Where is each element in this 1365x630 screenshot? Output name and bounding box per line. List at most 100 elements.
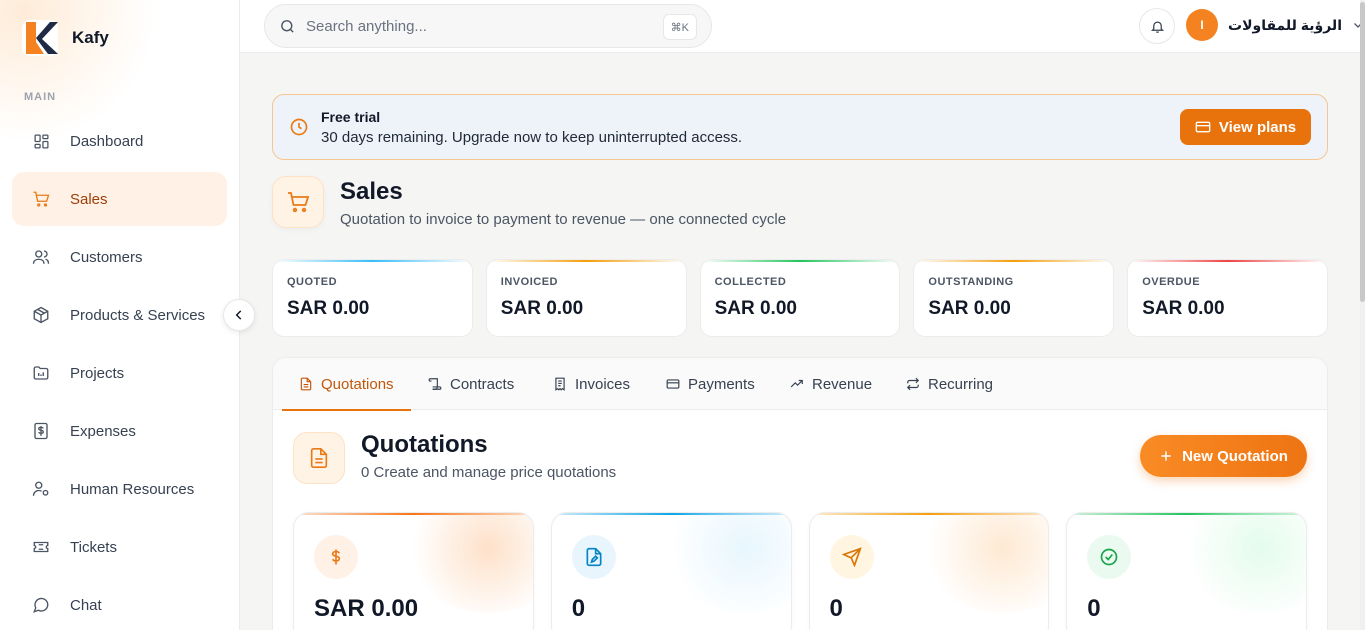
sales-tabs: Quotations Contracts Invoices Payments R…: [273, 358, 1327, 411]
page-scrollbar[interactable]: [1360, 0, 1365, 630]
kpi-card-accepted: 0: [1066, 512, 1307, 630]
dashboard-icon: [32, 132, 50, 150]
sidebar-item-chat[interactable]: Chat: [12, 578, 227, 630]
kpi-card-total-value: SAR 0.00: [293, 512, 534, 630]
quotation-kpis: SAR 0.00 0 0 0: [293, 512, 1307, 630]
stat-card-collected: COLLECTED SAR 0.00: [699, 259, 901, 337]
brand[interactable]: Kafy: [20, 18, 109, 58]
sidebar-item-projects[interactable]: Projects: [12, 346, 227, 400]
kpi-glow: [402, 513, 533, 613]
check-circle-icon: [1100, 548, 1118, 566]
scrollbar-thumb[interactable]: [1360, 2, 1365, 302]
kpi-icon-tile: [571, 535, 616, 579]
sidebar-collapse-button[interactable]: [223, 299, 255, 331]
page-icon: [272, 176, 324, 228]
sidebar-item-label: Dashboard: [70, 132, 144, 150]
stat-label: COLLECTED: [714, 276, 787, 288]
receipt-icon: [553, 377, 567, 391]
sidebar-item-label: Sales: [70, 190, 108, 208]
stat-accent: [273, 260, 472, 262]
search-icon: [281, 19, 294, 33]
stat-accent: [486, 260, 686, 262]
stat-accent: [914, 260, 1114, 262]
tab-label: Quotations: [321, 375, 394, 393]
stat-value: SAR 0.00: [714, 298, 797, 319]
quotations-icon-tile: [293, 432, 345, 484]
stat-label: OUTSTANDING: [928, 276, 1014, 288]
kpi-value: 0: [829, 595, 843, 622]
tab-contracts[interactable]: Contracts: [428, 358, 514, 410]
card-icon: [666, 377, 680, 391]
sidebar-item-customers[interactable]: Customers: [12, 230, 227, 284]
sidebar-nav: Dashboard Sales Customers Products & Ser…: [12, 133, 227, 630]
sidebar-item-human-resources[interactable]: Human Resources: [12, 462, 227, 516]
stat-value: SAR 0.00: [500, 298, 584, 319]
sidebar-item-products[interactable]: Products & Services: [12, 288, 227, 342]
search-input[interactable]: [306, 17, 646, 35]
kpi-card-drafts: 0: [550, 512, 792, 630]
ticket-icon: [32, 538, 50, 556]
file-edit-icon: [586, 547, 602, 567]
tab-recurring[interactable]: Recurring: [906, 358, 993, 410]
stat-value: SAR 0.00: [287, 298, 370, 319]
search-box[interactable]: ⌘K: [264, 4, 712, 48]
stat-card-outstanding: OUTSTANDING SAR 0.00: [913, 259, 1115, 337]
new-quotation-label: New Quotation: [1182, 447, 1288, 465]
kpi-icon-tile: [829, 535, 874, 579]
tab-invoices[interactable]: Invoices: [553, 358, 630, 410]
tab-payments[interactable]: Payments: [666, 358, 755, 410]
stat-label: OVERDUE: [1142, 276, 1201, 288]
sidebar-item-label: Products & Services: [70, 306, 206, 324]
user-menu[interactable]: I الرؤية للمقاولات: [1186, 9, 1364, 41]
repeat-icon: [906, 377, 920, 391]
topbar: ⌘K I الرؤية للمقاولات: [240, 0, 1365, 53]
dollar-icon: [32, 422, 50, 440]
card-icon: [1195, 121, 1211, 133]
page-subtitle: Quotation to invoice to payment to reven…: [340, 211, 787, 228]
box-icon: [32, 306, 50, 324]
kpi-value: 0: [1087, 595, 1101, 622]
cart-icon: [288, 192, 310, 213]
stat-card-quoted: QUOTED SAR 0.00: [272, 259, 473, 337]
avatar: I: [1186, 9, 1218, 41]
chat-icon: [32, 596, 50, 614]
tab-quotations[interactable]: Quotations: [282, 358, 411, 411]
kpi-glow: [918, 513, 1049, 613]
kafy-logo-icon: [22, 20, 58, 56]
stat-value: SAR 0.00: [928, 298, 1011, 319]
sidebar-item-tickets[interactable]: Tickets: [12, 520, 227, 574]
sidebar-item-sales[interactable]: Sales: [12, 172, 227, 226]
tab-label: Revenue: [812, 375, 873, 393]
tab-revenue[interactable]: Revenue: [790, 358, 872, 410]
dollar-icon: [331, 549, 341, 565]
tab-label: Contracts: [450, 375, 515, 393]
users-icon: [32, 248, 50, 266]
tab-label: Invoices: [575, 375, 631, 393]
new-quotation-button[interactable]: New Quotation: [1140, 435, 1307, 477]
document-icon: [310, 448, 328, 468]
sidebar-section-label: MAIN: [24, 91, 57, 103]
trial-text: 30 days remaining. Upgrade now to keep u…: [321, 129, 743, 146]
page-title: Sales: [340, 178, 403, 205]
tab-label: Recurring: [928, 375, 994, 393]
sidebar-item-dashboard[interactable]: Dashboard: [12, 114, 227, 168]
bell-icon: [1150, 21, 1164, 33]
stat-card-overdue: OVERDUE SAR 0.00: [1127, 259, 1328, 337]
kpi-glow: [1176, 513, 1307, 613]
kpi-icon-tile: [1087, 535, 1132, 579]
stat-accent: [700, 260, 900, 262]
view-plans-label: View plans: [1218, 118, 1297, 136]
sidebar-item-label: Expenses: [70, 422, 136, 440]
brand-name: Kafy: [72, 28, 109, 47]
sidebar-item-label: Projects: [70, 364, 125, 382]
kpi-value: 0: [571, 595, 586, 622]
sidebar-item-label: Customers: [70, 248, 143, 266]
summary-stats: QUOTED SAR 0.00 INVOICED SAR 0.00 COLLEC…: [272, 259, 1328, 337]
send-icon: [841, 547, 862, 567]
user-name: الرؤية للمقاولات: [1228, 16, 1342, 33]
notifications-button[interactable]: [1139, 8, 1175, 44]
trend-icon: [790, 377, 804, 391]
kpi-icon-tile: [314, 535, 358, 579]
sidebar-item-expenses[interactable]: Expenses: [12, 404, 227, 458]
view-plans-button[interactable]: View plans: [1180, 109, 1311, 145]
